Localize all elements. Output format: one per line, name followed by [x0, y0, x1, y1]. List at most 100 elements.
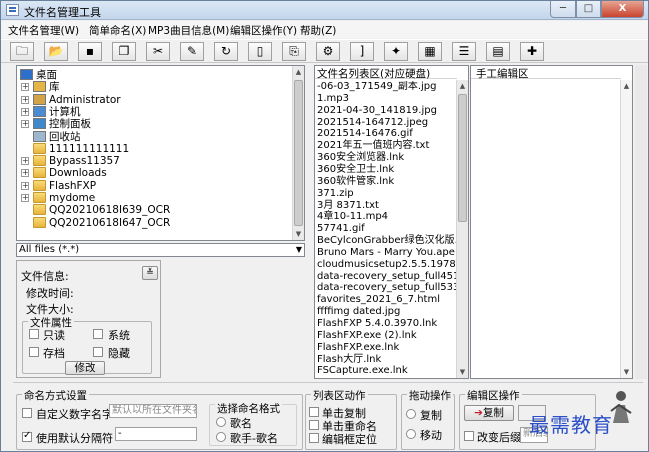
expand-icon[interactable]: + [21, 169, 29, 178]
file-filter-select[interactable]: All files (*.*) ▼ [16, 243, 305, 257]
manual-edit-area[interactable]: 手工编辑区 ▲ ▼ [470, 65, 633, 379]
tree-item[interactable]: 111111111111 [17, 142, 287, 155]
expand-icon[interactable]: + [21, 194, 29, 202]
menu-file[interactable]: 文件名管理(W) [8, 23, 79, 38]
file-list-item[interactable]: data-recovery_setup_full4516.ex [317, 271, 457, 282]
tree-item[interactable]: + FlashFXP [17, 179, 287, 192]
menu-simple-rename[interactable]: 简单命名(X) [89, 23, 146, 38]
tree-item[interactable]: + Administrator [17, 93, 287, 106]
close-button[interactable]: X [601, 1, 644, 18]
format-song-radio[interactable] [216, 417, 226, 427]
file-list-scrollbar[interactable]: ▲ ▼ [456, 80, 468, 378]
edit-locate-checkbox[interactable] [309, 433, 319, 443]
file-list-item[interactable]: 360软件管家.lnk [317, 176, 394, 187]
file-list-item[interactable]: ffffimg dated.jpg [317, 306, 400, 317]
edit-icon[interactable]: ✎ [180, 42, 204, 61]
default-separator-checkbox[interactable] [22, 430, 32, 442]
menu-edit-area[interactable]: 编辑区操作(Y) [230, 23, 297, 38]
file-list-item[interactable]: 2021514-16476.gif [317, 128, 413, 139]
list-icon[interactable]: ☰ [452, 42, 476, 61]
file-list[interactable]: 文件名列表区(对应硬盘) -06-03_171549_副本.jpg 1.mp3 20… [314, 65, 469, 379]
expand-icon[interactable]: + [21, 83, 29, 92]
hidden-checkbox[interactable] [93, 347, 103, 357]
file-list-item[interactable]: FlashFXP.exe.lnk [317, 342, 399, 353]
file-list-item[interactable]: FlashFXP 5.4.0.3970.lnk [317, 318, 437, 329]
tree-item[interactable]: + Bypass11357 [17, 155, 287, 167]
folder-tree[interactable]: 桌面 + 库 + Administrator + 计算机 + 控制面板 回收站 1111111111… [16, 65, 305, 241]
save-icon[interactable]: ▪ [78, 42, 102, 61]
tree-item[interactable]: + 计算机 [17, 105, 287, 118]
format-title: 选择命名格式 [215, 401, 282, 416]
manual-scrollbar[interactable]: ▲ ▼ [620, 80, 632, 378]
file-list-item[interactable]: -06-03_171549_副本.jpg [317, 81, 437, 92]
minimize-button[interactable]: ─ [550, 1, 576, 18]
file-list-item[interactable]: 2021-04-30_141819.jpg [317, 105, 437, 116]
expand-icon[interactable]: + [21, 95, 29, 104]
single-copy-checkbox[interactable] [309, 407, 319, 417]
tree-item[interactable]: + mydome [17, 192, 287, 204]
pin-icon[interactable]: ✦ [384, 42, 408, 61]
tree-item[interactable]: + 库 [17, 81, 287, 93]
collapse-button[interactable]: ≚ [142, 266, 158, 280]
tree-item[interactable]: QQ20210618I647_OCR [17, 216, 287, 229]
expand-icon[interactable]: + [21, 181, 29, 190]
expand-icon[interactable]: + [21, 107, 29, 116]
file-list-item[interactable]: 3月 8371.txt [317, 200, 379, 211]
archive-checkbox[interactable] [29, 347, 39, 357]
bracket-icon[interactable]: ] [350, 42, 374, 61]
folder-icon[interactable]: 🗀 [10, 42, 34, 61]
custom-name-input[interactable]: 默认以所在文件夹名为 [109, 404, 197, 418]
file-list-item[interactable]: 57741.gif [317, 223, 365, 234]
tree-item[interactable]: QQ20210618I639_OCR [17, 204, 287, 216]
expand-icon[interactable]: + [21, 157, 29, 166]
edit-copy-button[interactable]: ➔复制 [464, 405, 514, 421]
copy-page-icon[interactable]: ⎘ [282, 42, 306, 61]
tree-item[interactable]: 回收站 [17, 130, 287, 143]
tree-scrollbar[interactable]: ▲ ▼ [292, 66, 304, 240]
change-suffix-checkbox[interactable] [464, 431, 474, 441]
menu-mp3-info[interactable]: MP3曲目信息(M) [148, 23, 229, 38]
file-list-item[interactable]: cloudmusicsetup2.5.5.197810.ex [317, 259, 457, 270]
readonly-checkbox[interactable] [29, 329, 39, 339]
file-list-item[interactable]: FSCapture.exe.lnk [317, 365, 408, 376]
tree-item[interactable]: + 控制面板 [17, 118, 287, 130]
file-list-item[interactable]: FlashFXP.exe (2).lnk [317, 330, 417, 341]
modify-button[interactable]: 修改 [65, 361, 105, 375]
file-list-item[interactable]: 1.mp3 [317, 93, 349, 104]
file-list-item[interactable]: 2021年五一值班内容.txt [317, 140, 429, 151]
expand-icon[interactable]: + [21, 120, 29, 129]
file-list-item[interactable]: 360安全卫士.lnk [317, 164, 394, 175]
rotate-icon[interactable]: ↻ [214, 42, 238, 61]
file-list-item[interactable]: 371.zip [317, 188, 354, 199]
tree-item[interactable]: 桌面 [17, 69, 287, 81]
drag-copy-radio[interactable] [406, 409, 416, 419]
maximize-button[interactable]: □ [576, 1, 601, 18]
window-title: 文件名管理工具 [24, 6, 101, 19]
menu-help[interactable]: 帮助(Z) [300, 23, 336, 38]
tag-icon[interactable]: ✚ [520, 42, 544, 61]
folder-icon [33, 216, 46, 228]
tools-icon[interactable]: ✂ [146, 42, 170, 61]
single-rename-checkbox[interactable] [309, 420, 319, 430]
system-checkbox[interactable] [93, 329, 103, 339]
notepad-icon[interactable]: ▤ [486, 42, 510, 61]
title-bar[interactable]: 文件名管理工具 ─ □ X [1, 1, 648, 20]
file-list-item[interactable]: Flash大厅.lnk [317, 354, 381, 365]
open-folder-icon[interactable]: 📂 [44, 42, 68, 61]
drag-move-radio[interactable] [406, 429, 416, 439]
format-artist-song-radio[interactable] [216, 432, 226, 442]
file-list-item[interactable]: 4章10-11.mp4 [317, 211, 388, 222]
file-list-item[interactable]: BeCylconGrabber绿色汉化版.lnk [317, 235, 457, 246]
file-list-item[interactable]: favorites_2021_6_7.html [317, 294, 440, 305]
file-list-item[interactable]: 2021514-164712.jpeg [317, 117, 428, 128]
chart-icon[interactable]: ▦ [418, 42, 442, 61]
file-list-item[interactable]: data-recovery_setup_full5335.ex [317, 282, 457, 293]
custom-name-checkbox[interactable] [22, 408, 32, 418]
separator-input[interactable]: - [115, 427, 197, 441]
settings-icon[interactable]: ⚙ [316, 42, 340, 61]
file-icon[interactable]: ▯ [248, 42, 272, 61]
copy-icon[interactable]: ❐ [112, 42, 136, 61]
tree-item[interactable]: + Downloads [17, 167, 287, 179]
file-list-item[interactable]: Bruno Mars - Marry You.ape [317, 247, 455, 258]
file-list-item[interactable]: 360安全浏览器.lnk [317, 152, 404, 163]
